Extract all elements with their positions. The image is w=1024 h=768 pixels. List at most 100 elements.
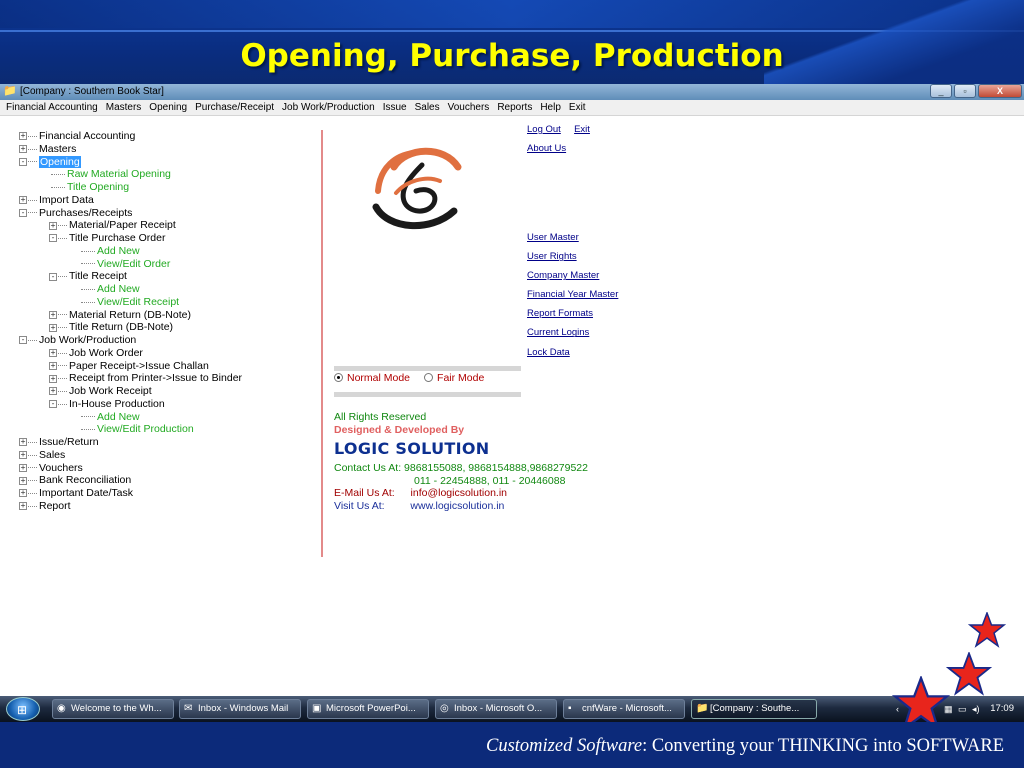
tree-node[interactable]: - Title Purchase Order: [19, 232, 242, 245]
expand-icon[interactable]: +: [19, 145, 27, 154]
tree-node[interactable]: + Report: [19, 500, 242, 513]
financial-year-master-link[interactable]: Financial Year Master: [527, 289, 618, 300]
tree-node[interactable]: + Material/Paper Receipt: [19, 219, 242, 232]
menu-opening[interactable]: Opening: [146, 102, 192, 113]
tree-node[interactable]: - Opening: [19, 155, 242, 169]
tree-node-label[interactable]: Job Work Receipt: [69, 385, 152, 398]
tree-node[interactable]: + Sales: [19, 449, 242, 462]
tree-node-label[interactable]: View/Edit Production: [97, 423, 194, 436]
taskbar-item-windows-mail[interactable]: ✉ Inbox - Windows Mail: [179, 699, 301, 719]
tree-node-label[interactable]: Report: [39, 500, 71, 513]
start-button[interactable]: ⊞: [6, 697, 40, 721]
expand-icon[interactable]: +: [49, 361, 57, 370]
taskbar-item-chrome[interactable]: ◉ Welcome to the Wh...: [52, 699, 174, 719]
tree-node[interactable]: + Title Return (DB-Note): [19, 321, 242, 334]
tree-node-label[interactable]: Add New: [97, 283, 140, 296]
tree-node-label[interactable]: Title Purchase Order: [69, 232, 165, 245]
tree-node[interactable]: View/Edit Receipt: [19, 296, 242, 309]
tree-node[interactable]: + Important Date/Task: [19, 487, 242, 500]
tree-node[interactable]: View/Edit Order: [19, 258, 242, 271]
expand-icon[interactable]: +: [19, 463, 27, 472]
tree-node[interactable]: + Job Work Receipt: [19, 385, 242, 398]
lock-data-link[interactable]: Lock Data: [527, 347, 570, 358]
expand-icon[interactable]: +: [49, 387, 57, 396]
tree-node[interactable]: - Title Receipt: [19, 270, 242, 283]
tree-node[interactable]: Add New: [19, 245, 242, 258]
menu-help[interactable]: Help: [537, 102, 566, 113]
taskbar-clock[interactable]: 17:09: [990, 699, 1014, 719]
collapse-icon[interactable]: -: [49, 400, 57, 409]
tree-node[interactable]: + Receipt from Printer->Issue to Binder: [19, 372, 242, 385]
display-icon[interactable]: ▭: [958, 699, 967, 719]
tree-node[interactable]: - In-House Production: [19, 398, 242, 411]
tree-node-label[interactable]: Title Opening: [67, 181, 129, 194]
tree-node-label[interactable]: Title Receipt: [69, 270, 127, 283]
volume-icon[interactable]: ◂): [972, 699, 980, 719]
tree-node[interactable]: Add New: [19, 283, 242, 296]
report-formats-link[interactable]: Report Formats: [527, 308, 593, 319]
menu-reports[interactable]: Reports: [494, 102, 537, 113]
fair-mode-radio[interactable]: [424, 373, 434, 382]
tree-node[interactable]: + Import Data: [19, 194, 242, 207]
logout-link[interactable]: Log Out: [527, 124, 561, 135]
collapse-icon[interactable]: -: [49, 234, 57, 243]
tree-node-label[interactable]: Masters: [39, 143, 76, 156]
tree-node[interactable]: Raw Material Opening: [19, 168, 242, 181]
menu-issue[interactable]: Issue: [380, 102, 412, 113]
expand-icon[interactable]: +: [49, 349, 57, 358]
tree-node[interactable]: + Issue/Return: [19, 436, 242, 449]
expand-icon[interactable]: +: [19, 132, 27, 141]
company-master-link[interactable]: Company Master: [527, 270, 599, 281]
tree-node-label[interactable]: Add New: [97, 411, 140, 424]
expand-icon[interactable]: +: [19, 502, 27, 511]
collapse-icon[interactable]: -: [19, 157, 27, 166]
expand-icon[interactable]: +: [49, 323, 57, 332]
tree-node[interactable]: Title Opening: [19, 181, 242, 194]
tree-node[interactable]: + Material Return (DB-Note): [19, 309, 242, 322]
tree-node-label[interactable]: Raw Material Opening: [67, 168, 171, 181]
tree-node-label[interactable]: Add New: [97, 245, 140, 258]
expand-icon[interactable]: +: [19, 438, 27, 447]
expand-icon[interactable]: +: [19, 489, 27, 498]
tree-node-label[interactable]: Opening: [39, 155, 81, 169]
expand-icon[interactable]: +: [19, 196, 27, 205]
close-button[interactable]: X: [978, 84, 1022, 98]
tree-node-label[interactable]: Job Work/Production: [39, 334, 136, 347]
tree-node-label[interactable]: Paper Receipt->Issue Challan: [69, 360, 209, 373]
tree-node-label[interactable]: Job Work Order: [69, 347, 143, 360]
tree-node-label[interactable]: Purchases/Receipts: [39, 207, 132, 220]
collapse-icon[interactable]: -: [19, 336, 27, 345]
about-us-link[interactable]: About Us: [527, 143, 566, 154]
user-master-link[interactable]: User Master: [527, 232, 579, 243]
tree-node[interactable]: - Purchases/Receipts: [19, 207, 242, 220]
menu-vouchers[interactable]: Vouchers: [445, 102, 495, 113]
tree-node-label[interactable]: Material/Paper Receipt: [69, 219, 176, 232]
tree-node-label[interactable]: Material Return (DB-Note): [69, 309, 191, 322]
tree-node-label[interactable]: In-House Production: [69, 398, 165, 411]
exit-link[interactable]: Exit: [574, 124, 590, 135]
collapse-icon[interactable]: -: [19, 208, 27, 217]
normal-mode-option[interactable]: Normal Mode: [334, 372, 410, 384]
expand-icon[interactable]: +: [49, 310, 57, 319]
tree-node[interactable]: - Job Work/Production: [19, 334, 242, 347]
menu-job-work-production[interactable]: Job Work/Production: [279, 102, 380, 113]
expand-icon[interactable]: +: [49, 221, 57, 230]
tree-node[interactable]: + Masters: [19, 143, 242, 156]
normal-mode-radio[interactable]: [334, 373, 343, 382]
window-titlebar[interactable]: 📁 [Company : Southern Book Star] _ ▫ X: [0, 84, 1024, 100]
tree-node[interactable]: + Job Work Order: [19, 347, 242, 360]
tree-node[interactable]: + Financial Accounting: [19, 130, 242, 143]
current-logins-link[interactable]: Current Logins: [527, 327, 589, 338]
taskbar-item-powerpoint[interactable]: ▣ Microsoft PowerPoi...: [307, 699, 429, 719]
tree-node[interactable]: View/Edit Production: [19, 423, 242, 436]
tree-node-label[interactable]: Import Data: [39, 194, 94, 207]
collapse-icon[interactable]: -: [49, 272, 57, 281]
email-address[interactable]: info@logicsolution.in: [411, 487, 507, 499]
tree-node[interactable]: Add New: [19, 411, 242, 424]
tree-node-label[interactable]: Vouchers: [39, 462, 83, 475]
tree-node-label[interactable]: Important Date/Task: [39, 487, 133, 500]
tree-node-label[interactable]: View/Edit Receipt: [97, 296, 179, 309]
taskbar-item-company[interactable]: 📁 [Company : Southe...: [691, 699, 817, 719]
tree-node-label[interactable]: Issue/Return: [39, 436, 99, 449]
expand-icon[interactable]: +: [19, 451, 27, 460]
